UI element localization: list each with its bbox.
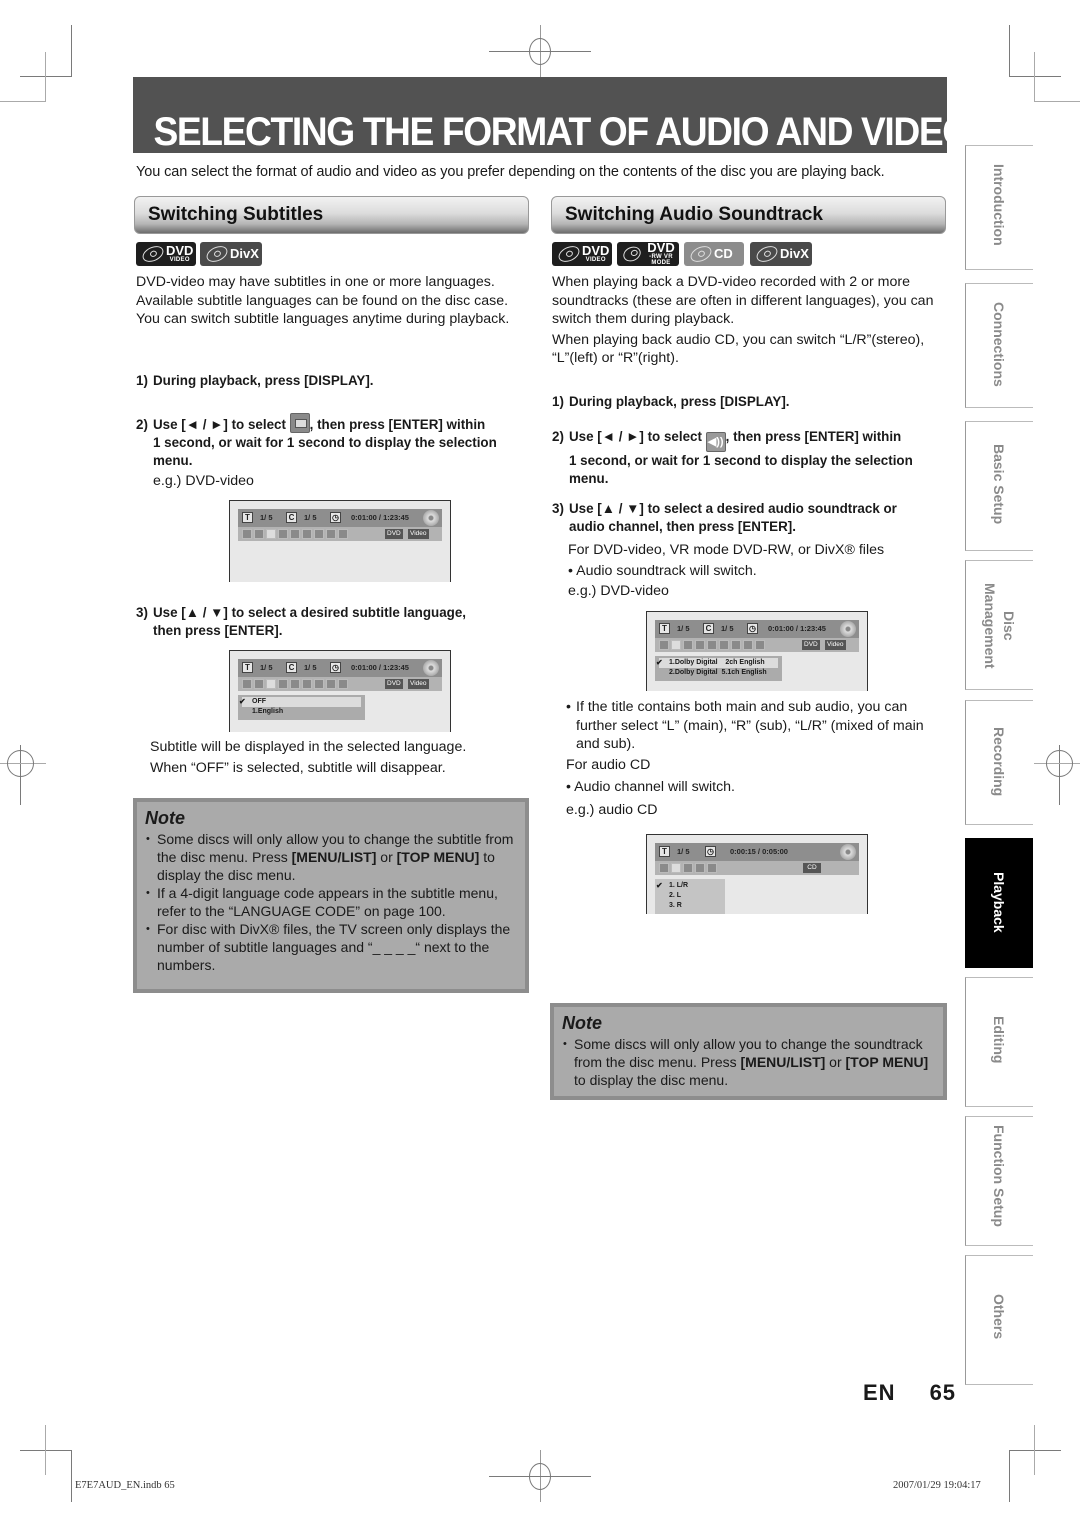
side-tab-basic-setup[interactable]: Basic Setup — [965, 421, 1033, 551]
repeat-icon — [290, 529, 300, 539]
divx-disc-icon: DivX — [750, 242, 812, 266]
disc-icon — [840, 844, 856, 860]
surround-icon — [338, 529, 348, 539]
note-item: For disc with DivX® files, the TV screen… — [145, 920, 517, 974]
zoom-icon — [326, 529, 336, 539]
disc-icon — [423, 510, 439, 526]
osd-icon-bar: DVD Video — [238, 527, 442, 541]
side-tab-others[interactable]: Others — [965, 1255, 1033, 1385]
subtitles-step-1: 1) During playback, press [DISPLAY]. — [136, 373, 374, 388]
subtitles-result: Subtitle will be displayed in the select… — [150, 739, 467, 776]
subtitles-step-2: 2) Use [◄ / ►] to select , then press [EN… — [136, 413, 536, 470]
audio-icon — [254, 529, 264, 539]
menu-option[interactable]: 2.Dolby Digital 5.1ch English — [659, 668, 778, 678]
page-intro: You can select the format of audio and v… — [136, 164, 885, 180]
audio-icon: ◀)) — [705, 432, 726, 452]
note-item: If a 4-digit language code appears in th… — [145, 884, 517, 920]
side-tab-introduction[interactable]: Introduction — [965, 145, 1033, 270]
subtitle-selection-menu: ✔ OFF 1.English — [238, 695, 365, 720]
check-icon: ✔ — [656, 881, 663, 890]
footer-datetime: 2007/01/29 19:04:17 — [893, 1480, 981, 1491]
timer-icon: ◷ — [330, 512, 341, 523]
cd-channel-menu: ✔ 1. L/R 2. L 3. R — [655, 879, 725, 914]
angle-icon — [278, 529, 288, 539]
check-icon: ✔ — [239, 697, 246, 706]
section-header-subtitles: Switching Subtitles — [134, 196, 529, 234]
side-tab-editing[interactable]: Editing — [965, 977, 1033, 1107]
search-icon — [242, 529, 252, 539]
timer-icon: ◷ — [747, 623, 758, 634]
marker-icon — [302, 529, 312, 539]
audio-note: Note Some discs will only allow you to c… — [550, 1003, 947, 1100]
side-tab-recording[interactable]: Recording — [965, 700, 1033, 825]
side-tab-function-setup[interactable]: Function Setup — [965, 1116, 1033, 1246]
disc-icon — [423, 660, 439, 676]
audio-dvd-info: For DVD-video, VR mode DVD-RW, or DivX® … — [568, 542, 885, 599]
osd-screen-audio-menu: T 1/ 5 C 1/ 5 ◷ 0:01:00 / 1:23:45 DVD Vi… — [646, 611, 868, 691]
dvd-video-disc-icon: DVD VIDEO — [552, 242, 612, 266]
disc-icon — [840, 621, 856, 637]
osd-screen-cd-menu: T 1/ 5 ◷ 0:00:15 / 0:05:00 CD ✔ 1. L/R 2.… — [646, 834, 868, 914]
menu-option[interactable]: 3. R — [659, 901, 721, 911]
section-header-audio: Switching Audio Soundtrack — [551, 196, 946, 234]
noise-reduction-icon — [314, 529, 324, 539]
audio-description: When playing back a DVD-video recorded w… — [552, 274, 934, 366]
subtitles-step-3: 3) Use [▲ / ▼] to select a desired subtit… — [136, 605, 466, 638]
menu-option[interactable]: ✔ 1. L/R — [656, 881, 721, 891]
check-icon: ✔ — [656, 658, 663, 667]
side-tab-connections[interactable]: Connections — [965, 283, 1033, 408]
side-tab-disc-management[interactable]: Disc Management — [965, 560, 1033, 690]
side-tab-playback[interactable]: Playback — [965, 838, 1033, 968]
subtitles-description: DVD-video may have subtitles in one or m… — [136, 274, 510, 327]
menu-option[interactable]: 2. L — [659, 891, 721, 901]
timer-icon: ◷ — [705, 846, 716, 857]
cd-disc-icon: CD — [684, 242, 744, 266]
divx-disc-icon: DivX — [200, 242, 262, 266]
page-number: EN 65 — [863, 1380, 957, 1405]
osd-screen-subtitle-bar: T 1/ 5 C 1/ 5 ◷ 0:01:00 / 1:23:45 DVD Vi… — [229, 500, 451, 582]
audio-step-2: 2) Use [◄ / ►] to select ◀)), then press … — [552, 429, 913, 486]
dvd-video-disc-icon: DVD VIDEO — [136, 242, 196, 266]
subtitle-icon — [266, 529, 276, 539]
subtitles-example-label: e.g.) DVD-video — [153, 473, 254, 489]
audio-step-1: 1) During playback, press [DISPLAY]. — [552, 394, 790, 409]
subtitles-note: Note Some discs will only allow you to c… — [133, 798, 529, 993]
osd-status-bar: T 1/ 5 C 1/ 5 ◷ 0:01:00 / 1:23:45 — [238, 509, 442, 527]
menu-option[interactable]: ✔ 1.Dolby Digital 2ch English — [656, 658, 778, 668]
dvd-rw-vr-disc-icon: DVD -RW VR MODE — [617, 241, 679, 266]
osd-screen-subtitle-menu: T 1/ 5 C 1/ 5 ◷ 0:01:00 / 1:23:45 DVD Vi… — [229, 650, 451, 732]
audio-selection-menu: ✔ 1.Dolby Digital 2ch English 2.Dolby Dig… — [655, 656, 782, 681]
menu-option[interactable]: ✔ OFF — [239, 697, 361, 707]
page-title: SELECTING THE FORMAT OF AUDIO AND VIDEO — [153, 110, 971, 154]
note-item: Some discs will only allow you to change… — [562, 1035, 935, 1089]
audio-step-3: 3) Use [▲ / ▼] to select a desired audio … — [552, 501, 897, 534]
note-item: Some discs will only allow you to change… — [145, 830, 517, 884]
footer-file: E7E7AUD_EN.indb 65 — [75, 1480, 175, 1491]
subtitle-icon — [289, 413, 310, 433]
timer-icon: ◷ — [330, 662, 341, 673]
menu-option[interactable]: 1.English — [242, 707, 361, 717]
audio-cd-info: • If the title contains both main and sub… — [566, 699, 924, 818]
